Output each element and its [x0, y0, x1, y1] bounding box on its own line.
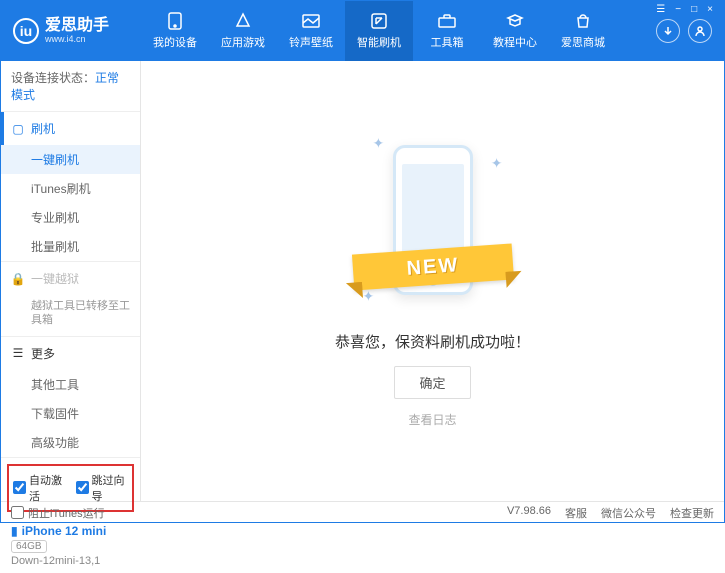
close-button[interactable]: ×	[703, 4, 717, 15]
service-link[interactable]: 客服	[565, 505, 587, 521]
sidebar-item-oneclick-flash[interactable]: 一键刷机	[1, 145, 140, 174]
nav-apps-games[interactable]: 应用游戏	[209, 1, 277, 61]
version-label: V7.98.66	[507, 505, 551, 521]
jailbreak-note: 越狱工具已转移至工具箱	[1, 295, 140, 336]
sidebar-item-batch-flash[interactable]: 批量刷机	[1, 232, 140, 261]
sidebar-more-header[interactable]: ☰ 更多	[1, 337, 140, 370]
connection-status: 设备连接状态：正常模式	[1, 61, 140, 112]
sidebar-jailbreak-header: 🔒 一键越狱	[1, 262, 140, 295]
nav-label: 铃声壁纸	[289, 34, 333, 50]
menu-icon[interactable]: ☰	[652, 4, 669, 15]
nav-label: 教程中心	[493, 34, 537, 50]
sidebar-item-itunes-flash[interactable]: iTunes刷机	[1, 174, 140, 203]
user-button[interactable]	[688, 19, 712, 43]
logo-icon: iu	[13, 18, 39, 44]
tutorial-icon	[506, 12, 524, 30]
minimize-button[interactable]: −	[671, 4, 685, 15]
check-update-link[interactable]: 检查更新	[670, 505, 714, 521]
sidebar-item-advanced[interactable]: 高级功能	[1, 428, 140, 457]
window-controls: ☰ − □ ×	[644, 0, 725, 19]
device-firmware: Down-12mini-13,1	[11, 555, 130, 567]
success-message: 恭喜您，保资料刷机成功啦！	[335, 331, 530, 352]
nav-store[interactable]: 爱思商城	[549, 1, 617, 61]
logo-area: iu 爱思助手 www.i4.cn	[1, 18, 141, 44]
auto-activate-checkbox[interactable]: 自动激活	[13, 472, 66, 504]
header: iu 爱思助手 www.i4.cn 我的设备 应用游戏 铃声壁纸 智能刷机 工具…	[1, 1, 724, 61]
phone-icon: ▢	[11, 122, 25, 136]
sidebar-item-download-fw[interactable]: 下载固件	[1, 399, 140, 428]
sidebar-item-pro-flash[interactable]: 专业刷机	[1, 203, 140, 232]
nav-label: 应用游戏	[221, 34, 265, 50]
block-itunes-checkbox[interactable]: 阻止iTunes运行	[11, 505, 105, 521]
main-content: ✦ ✦ ✦ NEW 恭喜您，保资料刷机成功啦！ 确定 查看日志	[141, 61, 724, 501]
device-info: ▮ iPhone 12 mini 64GB Down-12mini-13,1	[1, 518, 140, 573]
device-name[interactable]: ▮ iPhone 12 mini	[11, 524, 130, 538]
header-right	[656, 19, 724, 43]
nav-toolbox[interactable]: 工具箱	[413, 1, 481, 61]
nav-tutorials[interactable]: 教程中心	[481, 1, 549, 61]
nav-smart-flash[interactable]: 智能刷机	[345, 1, 413, 61]
nav-label: 智能刷机	[357, 34, 401, 50]
wechat-link[interactable]: 微信公众号	[601, 505, 656, 521]
toolbox-icon	[438, 12, 456, 30]
phone-illustration: ✦ ✦ ✦ NEW	[363, 135, 503, 315]
phone-icon: ▮	[11, 524, 18, 538]
phone-icon	[166, 12, 184, 30]
nav-label: 我的设备	[153, 34, 197, 50]
nav: 我的设备 应用游戏 铃声壁纸 智能刷机 工具箱 教程中心 爱思商城	[141, 1, 656, 61]
view-log-link[interactable]: 查看日志	[408, 411, 456, 428]
apps-icon	[234, 12, 252, 30]
download-button[interactable]	[656, 19, 680, 43]
sidebar: 设备连接状态：正常模式 ▢ 刷机 一键刷机 iTunes刷机 专业刷机 批量刷机…	[1, 61, 141, 501]
nav-label: 爱思商城	[561, 34, 605, 50]
flash-icon	[370, 12, 388, 30]
app-url: www.i4.cn	[45, 34, 109, 44]
wallpaper-icon	[302, 12, 320, 30]
nav-ringtones[interactable]: 铃声壁纸	[277, 1, 345, 61]
nav-label: 工具箱	[431, 34, 464, 50]
sidebar-section-label: 更多	[31, 345, 55, 362]
list-icon: ☰	[11, 346, 25, 360]
nav-my-device[interactable]: 我的设备	[141, 1, 209, 61]
lock-icon: 🔒	[11, 272, 25, 286]
maximize-button[interactable]: □	[687, 4, 701, 15]
device-storage: 64GB	[11, 540, 47, 553]
store-icon	[574, 12, 592, 30]
sidebar-item-other-tools[interactable]: 其他工具	[1, 370, 140, 399]
new-ribbon: NEW	[351, 243, 513, 290]
skip-guide-checkbox[interactable]: 跳过向导	[76, 472, 129, 504]
sidebar-section-label: 刷机	[31, 120, 55, 137]
sidebar-section-label: 一键越狱	[31, 270, 79, 287]
app-name: 爱思助手	[45, 18, 109, 34]
sidebar-flash-header[interactable]: ▢ 刷机	[1, 112, 140, 145]
ok-button[interactable]: 确定	[394, 366, 470, 399]
